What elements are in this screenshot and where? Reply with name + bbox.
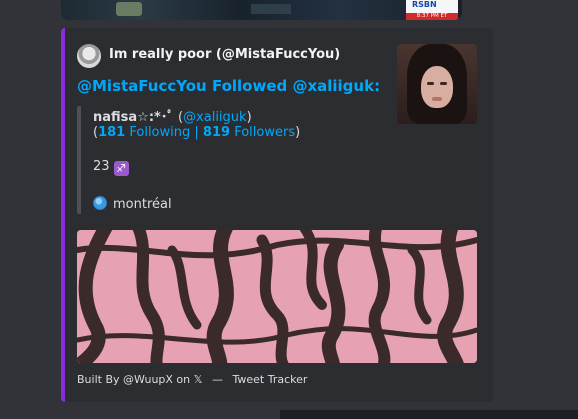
video-object	[116, 2, 142, 16]
author-name[interactable]: Im really poor (@MistaFuccYou)	[109, 47, 340, 62]
previous-embed-image[interactable]: RSBN 8:37 PM ET	[61, 0, 462, 20]
profile-display-name: nafisa☆:*･ﾟ	[93, 110, 174, 125]
news-time-text: 8:37 PM ET	[406, 13, 458, 20]
embed-accent-bar	[61, 28, 65, 402]
profile-stats-line: (181 Following | 819 Followers)	[93, 125, 300, 140]
author-avatar[interactable]	[77, 44, 101, 68]
profile-name-line: nafisa☆:*･ﾟ (@xaliiguk)	[93, 106, 252, 125]
video-object	[251, 4, 291, 14]
stats-divider: |	[194, 125, 199, 140]
paren-close: )	[295, 125, 301, 140]
thumbnail-face	[421, 66, 453, 108]
tribal-pattern-image	[77, 230, 477, 363]
profile-thumbnail[interactable]	[397, 44, 477, 124]
profile-location: montréal	[93, 196, 172, 212]
message-input-edge	[280, 410, 578, 419]
embed-footer: Built By @WuupX on 𝕏 — Tweet Tracker	[77, 373, 307, 386]
news-logo-text: RSBN	[412, 0, 437, 9]
thumbnail-eye	[427, 82, 434, 85]
location-text: montréal	[113, 197, 172, 212]
profile-quote-block: nafisa☆:*･ﾟ (@xaliiguk) (181 Following |…	[77, 106, 381, 214]
following-label[interactable]: Following	[129, 125, 190, 140]
footer-separator: —	[212, 373, 223, 386]
thumbnail-eye	[440, 82, 447, 85]
tweet-tracker-embed: Im really poor (@MistaFuccYou) @MistaFuc…	[61, 28, 493, 402]
sagittarius-emoji-icon: ♐	[113, 161, 129, 176]
footer-app-name: Tweet Tracker	[232, 373, 308, 386]
footer-built-by: Built By @WuupX on 𝕏	[77, 373, 203, 386]
paren-close: )	[246, 110, 252, 125]
embed-image[interactable]	[77, 230, 477, 363]
news-logo-badge: RSBN 8:37 PM ET	[406, 0, 458, 20]
bio-text: 23	[93, 159, 110, 174]
profile-handle-link[interactable]: @xaliiguk	[183, 110, 247, 125]
globe-icon	[93, 196, 107, 210]
profile-bio: 23 ♐	[93, 159, 129, 176]
thumbnail-lips	[432, 97, 442, 101]
followers-label[interactable]: Followers	[234, 125, 295, 140]
following-count[interactable]: 181	[98, 125, 125, 140]
embed-title[interactable]: @MistaFuccYou Followed @xaliiguk:	[77, 77, 380, 95]
followers-count[interactable]: 819	[203, 125, 230, 140]
